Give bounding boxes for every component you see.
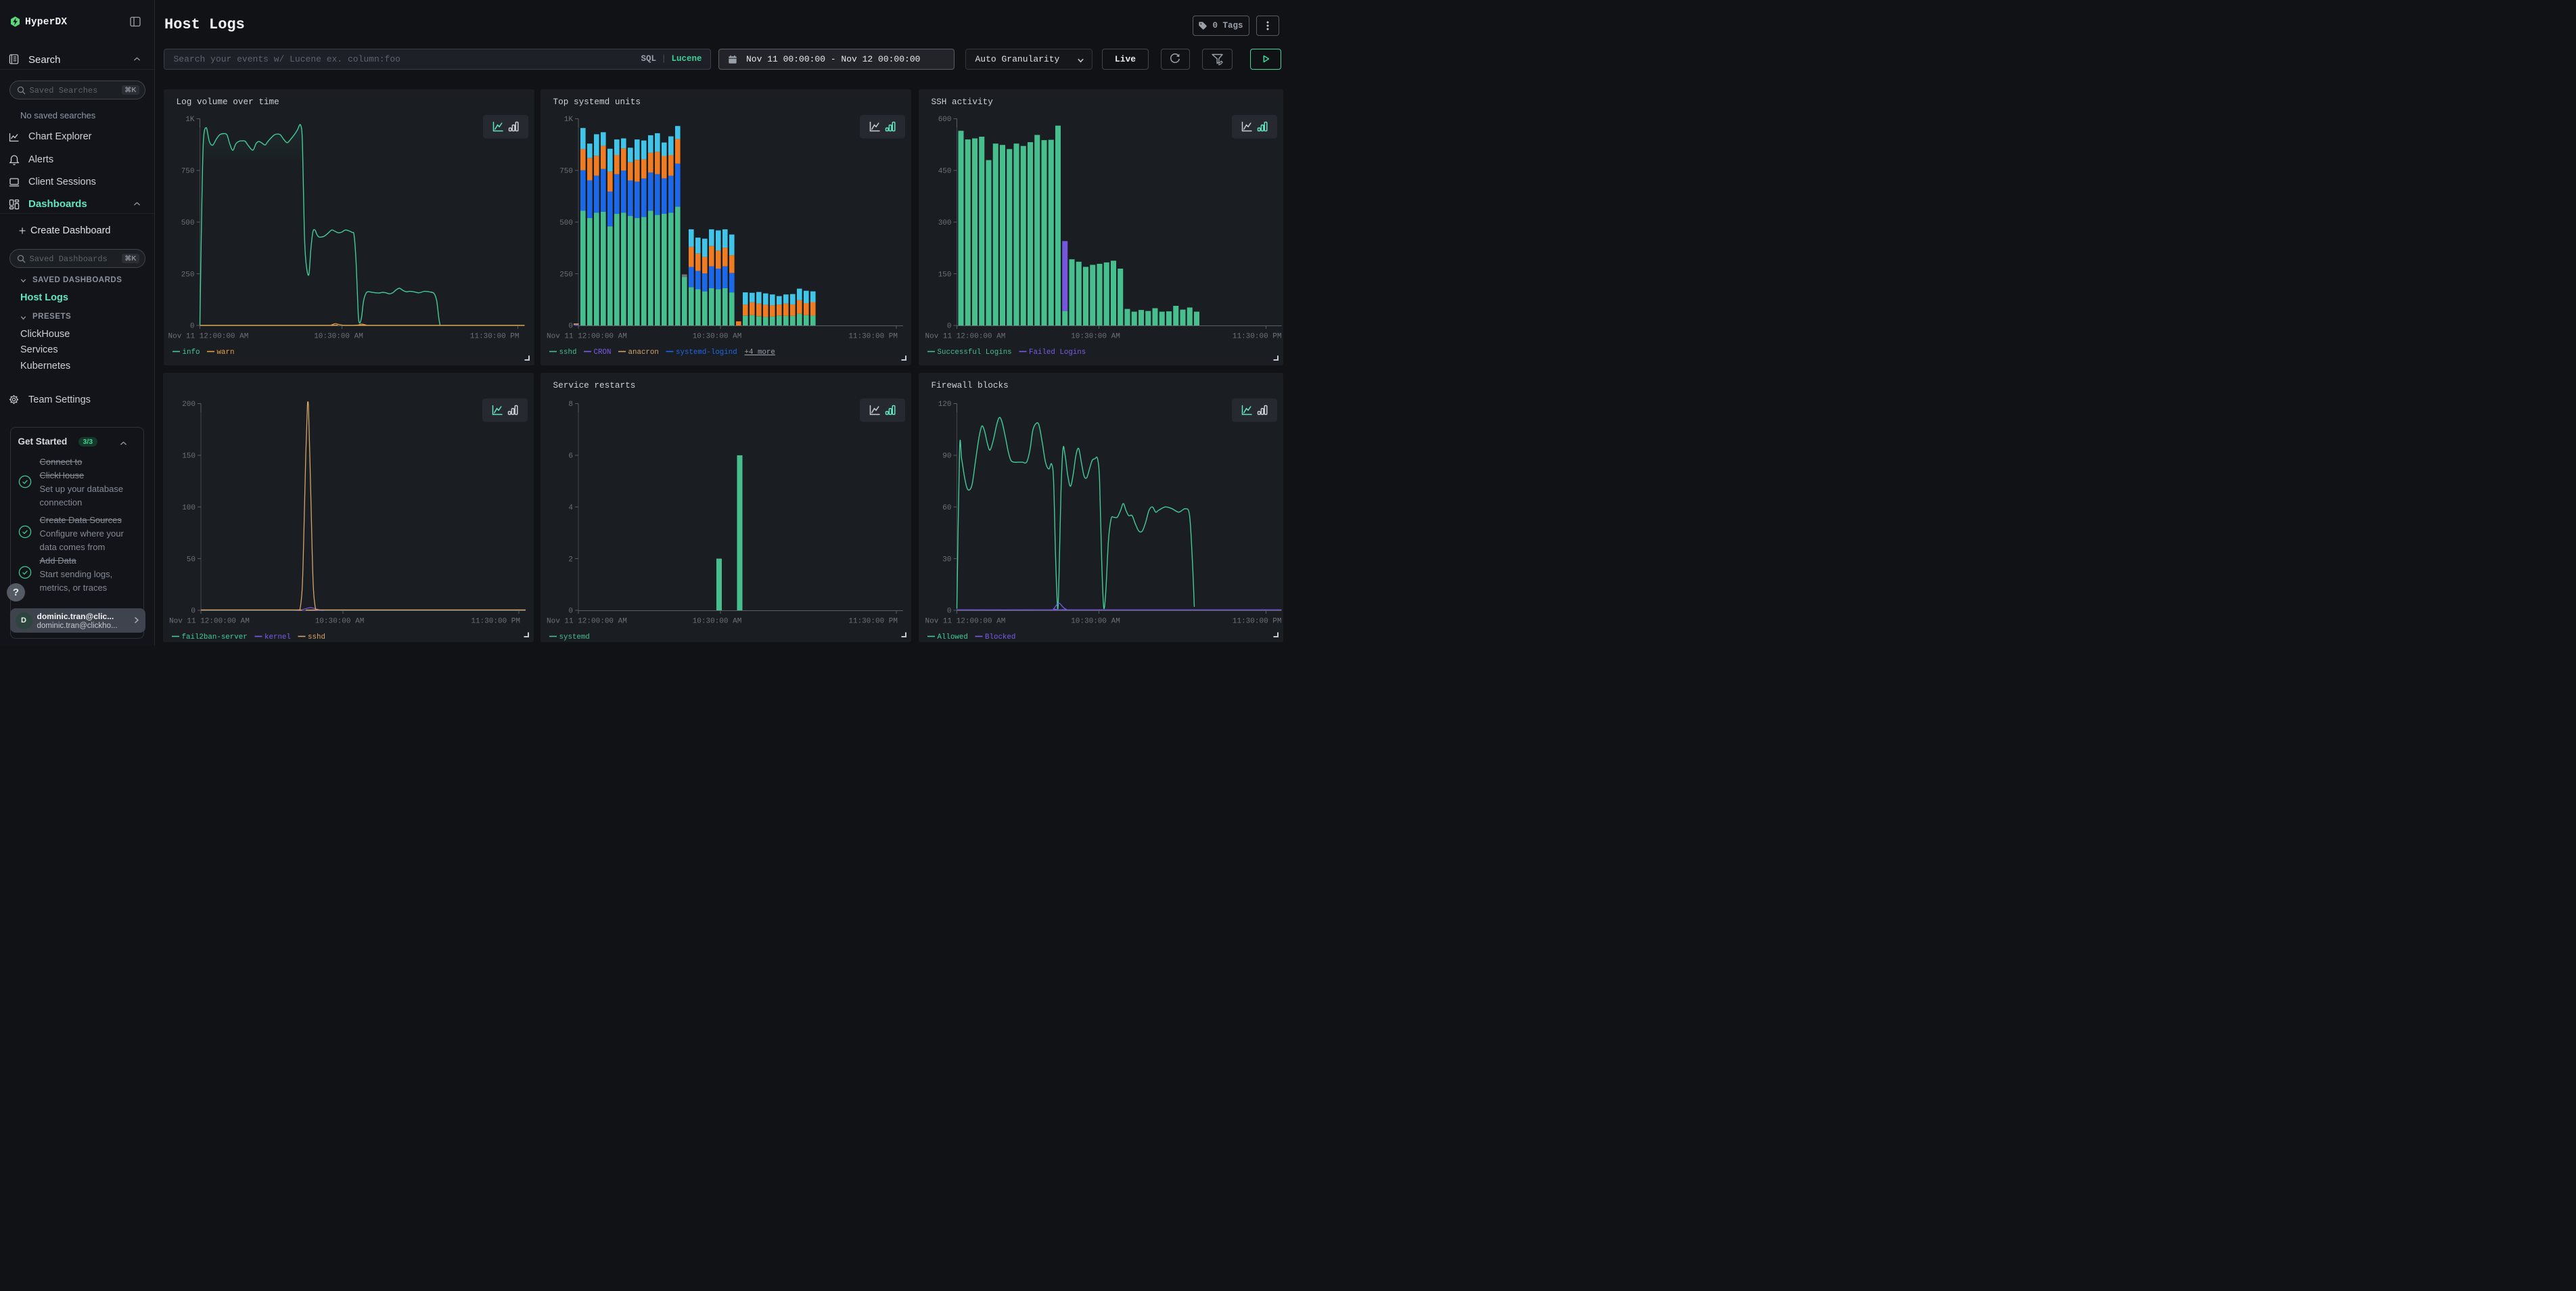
- svg-text:90: 90: [942, 452, 951, 460]
- svg-text:Top systemd units: Top systemd units: [553, 97, 641, 107]
- svg-text:500: 500: [181, 219, 194, 227]
- svg-text:Nov 11 12:00:00 AM: Nov 11 12:00:00 AM: [547, 617, 627, 625]
- svg-text:kernel: kernel: [264, 633, 291, 641]
- svg-text:Failed Logins: Failed Logins: [1029, 348, 1086, 357]
- svg-text:Log volume over time: Log volume over time: [176, 97, 279, 107]
- svg-text:10:30:00 AM: 10:30:00 AM: [315, 617, 364, 625]
- svg-text:150: 150: [938, 271, 952, 279]
- svg-text:11:30:00 PM: 11:30:00 PM: [1233, 332, 1282, 340]
- svg-text:1K: 1K: [185, 116, 195, 124]
- svg-text:Successful Logins: Successful Logins: [938, 348, 1012, 357]
- svg-text:4: 4: [568, 503, 573, 512]
- svg-text:2: 2: [568, 556, 573, 564]
- svg-text:Allowed: Allowed: [938, 633, 968, 641]
- svg-text:0: 0: [568, 607, 573, 615]
- svg-text:11:30:00 PM: 11:30:00 PM: [848, 332, 898, 340]
- svg-text:11:30:00 PM: 11:30:00 PM: [469, 332, 519, 340]
- svg-text:10:30:00 AM: 10:30:00 AM: [314, 332, 363, 340]
- svg-text:CRON: CRON: [594, 348, 612, 357]
- svg-text:8: 8: [568, 401, 573, 409]
- svg-text:750: 750: [181, 167, 194, 175]
- svg-text:fail2ban-server: fail2ban-server: [181, 633, 247, 641]
- svg-text:Nov 11 12:00:00 AM: Nov 11 12:00:00 AM: [547, 332, 627, 340]
- svg-text:systemd-logind: systemd-logind: [676, 348, 737, 357]
- svg-text:60: 60: [942, 503, 951, 512]
- svg-text:warn: warn: [216, 348, 234, 357]
- svg-text:200: 200: [182, 401, 196, 409]
- svg-text:Firewall blocks: Firewall blocks: [932, 380, 1009, 390]
- svg-text:11:30:00 PM: 11:30:00 PM: [1233, 617, 1282, 625]
- svg-text:50: 50: [186, 556, 195, 564]
- svg-text:Nov 11 12:00:00 AM: Nov 11 12:00:00 AM: [925, 332, 1006, 340]
- svg-text:sshd: sshd: [559, 348, 577, 357]
- svg-text:0: 0: [568, 322, 573, 330]
- svg-text:Nov 11 12:00:00 AM: Nov 11 12:00:00 AM: [168, 332, 248, 340]
- svg-text:10:30:00 AM: 10:30:00 AM: [1071, 617, 1120, 625]
- svg-text:Blocked: Blocked: [985, 633, 1015, 641]
- svg-text:300: 300: [938, 219, 952, 227]
- svg-text:0: 0: [947, 607, 952, 615]
- svg-text:0: 0: [191, 607, 196, 615]
- svg-text:1K: 1K: [564, 116, 574, 124]
- svg-text:150: 150: [182, 452, 196, 460]
- svg-text:10:30:00 AM: 10:30:00 AM: [693, 332, 742, 340]
- svg-text:systemd: systemd: [559, 633, 590, 641]
- svg-text:250: 250: [559, 271, 573, 279]
- svg-text:6: 6: [568, 452, 573, 460]
- svg-text:SSH activity: SSH activity: [932, 97, 994, 107]
- svg-text:Nov 11 12:00:00 AM: Nov 11 12:00:00 AM: [169, 617, 250, 625]
- svg-text:0: 0: [947, 322, 952, 330]
- svg-text:+4 more: +4 more: [745, 348, 775, 357]
- svg-text:600: 600: [938, 116, 952, 124]
- svg-text:info: info: [182, 348, 200, 357]
- svg-text:anacron: anacron: [628, 348, 659, 357]
- svg-text:250: 250: [181, 271, 194, 279]
- svg-text:0: 0: [189, 322, 194, 330]
- svg-text:120: 120: [938, 401, 952, 409]
- svg-text:Nov 11 12:00:00 AM: Nov 11 12:00:00 AM: [925, 617, 1006, 625]
- svg-text:10:30:00 AM: 10:30:00 AM: [1071, 332, 1120, 340]
- svg-text:Service restarts: Service restarts: [553, 380, 636, 390]
- svg-text:30: 30: [942, 556, 951, 564]
- svg-text:11:30:00 PM: 11:30:00 PM: [848, 617, 898, 625]
- svg-text:100: 100: [182, 503, 196, 512]
- svg-text:10:30:00 AM: 10:30:00 AM: [693, 617, 742, 625]
- svg-text:450: 450: [938, 167, 952, 175]
- svg-text:11:30:00 PM: 11:30:00 PM: [471, 617, 520, 625]
- svg-text:500: 500: [559, 219, 573, 227]
- svg-text:750: 750: [559, 167, 573, 175]
- svg-text:sshd: sshd: [308, 633, 325, 641]
